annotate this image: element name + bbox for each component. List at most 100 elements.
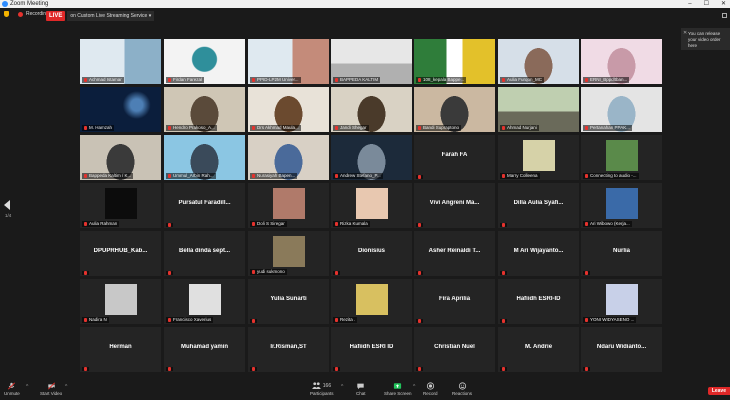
previous-page-arrow-icon[interactable]	[4, 200, 10, 210]
participant-name-label: Andrew Stefano_P...	[333, 173, 383, 179]
start-video-button[interactable]: Start Video	[40, 382, 62, 396]
participant-tile[interactable]: Vivi Angreni Ma...	[414, 183, 495, 228]
participant-name-center: Asher Reinaldi T...	[428, 248, 481, 254]
share-screen-button[interactable]: Share Screen	[384, 382, 412, 396]
participant-name-center: Yulia Sunarti	[270, 296, 307, 302]
participant-tile[interactable]: 108_kepala Bappe...	[414, 39, 495, 84]
view-layout-icon[interactable]	[722, 13, 727, 18]
participant-tile[interactable]: Bappeda Kaltim / K...	[80, 135, 161, 180]
participant-name-label: Bappeda Kaltim / K...	[82, 173, 134, 179]
participant-tile[interactable]: ERNI_Bppdltban...	[581, 39, 662, 84]
participant-tile[interactable]: YONI WIDYASENO ...	[581, 279, 662, 324]
toast-close-icon[interactable]: ✕	[683, 30, 687, 36]
participant-name-text: Rezita .	[340, 317, 356, 322]
participant-tile[interactable]: Firdan Farezal	[164, 39, 245, 84]
participant-tile[interactable]: Nurasiyah Bapen...	[248, 135, 329, 180]
recording-indicator[interactable]: Recording	[4, 11, 49, 17]
participant-tile[interactable]: Yulia Sunarti	[248, 279, 329, 324]
participant-tile[interactable]: Achmad Istamar	[80, 39, 161, 84]
participant-tile[interactable]: Hafiidh ESRI ID	[331, 327, 412, 372]
chat-button[interactable]: Chat	[356, 382, 366, 396]
participant-tile[interactable]: Rezita .	[331, 279, 412, 324]
muted-mic-icon	[252, 174, 255, 178]
participant-tile[interactable]: Rizka Kumala	[331, 183, 412, 228]
participant-name-label: Jandi Shegar	[333, 125, 369, 131]
participant-name-text: Aulia Rahman	[89, 221, 118, 226]
participant-tile[interactable]: Ummul_Arbin Rah...	[164, 135, 245, 180]
participant-tile[interactable]: Muhamad yamin	[164, 327, 245, 372]
participant-tile[interactable]: Bella dinda sept...	[164, 231, 245, 276]
participant-tile[interactable]: Doli S Siregar	[248, 183, 329, 228]
participant-name-label	[166, 271, 173, 275]
participant-tile[interactable]: Connecting to audio -...	[581, 135, 662, 180]
maximize-button[interactable]: ☐	[704, 0, 709, 8]
participant-tile[interactable]: BAPPEDA KALTIM	[331, 39, 412, 84]
participant-tile[interactable]: Herman	[80, 327, 161, 372]
participant-tile[interactable]: Jandi Shegar	[331, 87, 412, 132]
participant-name-label	[416, 271, 423, 275]
reactions-button[interactable]: Reactions	[452, 382, 472, 396]
participant-name-label: ERNI_Bppdltban...	[583, 77, 630, 83]
unmute-button[interactable]: Unmute	[4, 382, 20, 396]
participant-tile[interactable]: Andrew Stefano_P...	[331, 135, 412, 180]
participant-tile[interactable]: Dilla Aulia Syafi...	[498, 183, 579, 228]
participant-tile[interactable]: Fira Aprilia	[414, 279, 495, 324]
participant-name-label: Aulia Furqon_MC	[500, 77, 545, 83]
window-title: Zoom Meeting	[10, 1, 49, 7]
minimize-button[interactable]: –	[688, 0, 691, 8]
participant-name-center: Dionisius	[357, 248, 385, 254]
participant-tile[interactable]: Bandi Supraptono	[414, 87, 495, 132]
close-window-button[interactable]: ✕	[721, 0, 726, 8]
participant-tile[interactable]: Asher Reinaldi T...	[414, 231, 495, 276]
participant-name-label: M. Hamzah	[82, 125, 115, 131]
record-button[interactable]: Record	[423, 382, 438, 396]
participant-tile[interactable]: M Ari Wijayanto...	[498, 231, 579, 276]
participant-tile[interactable]: M. Andrie	[498, 327, 579, 372]
share-screen-label: Share Screen	[384, 391, 412, 396]
participant-tile[interactable]: Ndaru Widianto...	[581, 327, 662, 372]
participants-button[interactable]: 166 Participants	[310, 382, 334, 396]
audio-options-caret[interactable]: ^	[26, 384, 28, 390]
participant-name-label	[82, 271, 89, 275]
security-shield-icon[interactable]	[4, 11, 9, 17]
muted-mic-icon	[502, 126, 505, 130]
share-options-caret[interactable]: ^	[413, 384, 415, 390]
muted-mic-icon	[252, 126, 255, 130]
participant-tile[interactable]: Farah FA	[414, 135, 495, 180]
participant-tile[interactable]: Christian Nuel	[414, 327, 495, 372]
participant-tile[interactable]: M. Hamzah	[80, 87, 161, 132]
participants-options-caret[interactable]: ^	[341, 384, 343, 390]
participant-tile[interactable]: Dionisius	[331, 231, 412, 276]
participant-tile[interactable]: Pertanahan PPAK...	[581, 87, 662, 132]
participant-tile[interactable]: Nurlia	[581, 231, 662, 276]
live-service-dropdown[interactable]: on Custom Live Streaming Service ▾	[67, 11, 155, 21]
participant-name-center: M Ari Wijayanto...	[513, 248, 564, 254]
participant-tile[interactable]: Aulia Rahman	[80, 183, 161, 228]
participant-tile[interactable]: PPID-LP2M Univer...	[248, 39, 329, 84]
participant-tile[interactable]: Marry Colleena	[498, 135, 579, 180]
participant-tile[interactable]: Nadira N	[80, 279, 161, 324]
participant-name-text: Nurasiyah Bapen...	[257, 173, 296, 178]
profile-picture	[605, 284, 638, 315]
participant-tile[interactable]: DPUPRHUB_Kab...	[80, 231, 161, 276]
participant-tile[interactable]: Francisco Xaverius	[164, 279, 245, 324]
participant-tile[interactable]: yudi sukmono	[248, 231, 329, 276]
participant-name-label	[333, 271, 340, 275]
profile-picture	[272, 236, 305, 267]
participant-name-text: ERNI_Bppdltban...	[590, 77, 628, 82]
participant-name-center: Nurlia	[612, 248, 630, 254]
participant-tile[interactable]: Ir.Risman,ST	[248, 327, 329, 372]
participant-tile[interactable]: Hendro Prakoso_A...	[164, 87, 245, 132]
leave-button[interactable]: Leave	[707, 387, 730, 395]
participant-tile[interactable]: Drs Akhmad Maula...	[248, 87, 329, 132]
participant-tile[interactable]: Hafiidh ESRI-ID	[498, 279, 579, 324]
participant-name-center: Hafiidh ESRI ID	[349, 344, 394, 350]
video-order-toast: ✕ You can release your video order here	[681, 28, 730, 50]
participant-tile[interactable]: Aulia Furqon_MC	[498, 39, 579, 84]
participant-tile[interactable]: Ari Wibowo (Kerja...	[581, 183, 662, 228]
video-options-caret[interactable]: ^	[65, 384, 67, 390]
live-stream-indicator[interactable]: LIVE on Custom Live Streaming Service ▾	[46, 11, 155, 21]
participant-name-text: Aulia Furqon_MC	[507, 77, 543, 82]
participant-tile[interactable]: Ahmad Nurjani	[498, 87, 579, 132]
participant-tile[interactable]: Pursatul Faradill...	[164, 183, 245, 228]
